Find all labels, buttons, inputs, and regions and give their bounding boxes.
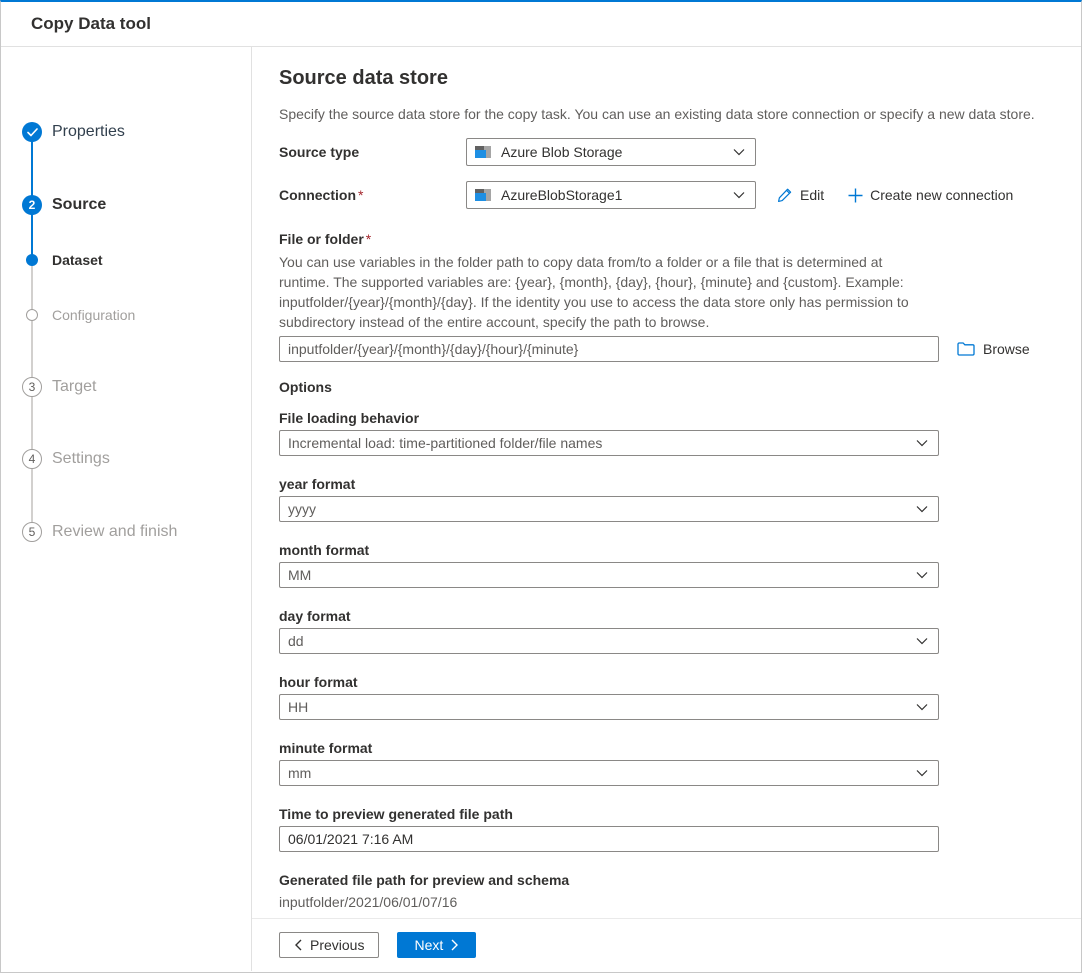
chevron-right-icon xyxy=(451,939,459,951)
options-heading: Options xyxy=(279,379,1081,395)
month-format-dropdown[interactable]: MM xyxy=(279,562,939,588)
step-review-label: Review and finish xyxy=(52,523,177,541)
chevron-down-icon xyxy=(733,191,745,199)
step-target-label: Target xyxy=(52,378,96,396)
source-type-dropdown[interactable]: Azure Blob Storage xyxy=(466,138,756,166)
current-substep-dot-icon xyxy=(26,254,38,266)
connection-row: Connection* AzureBlobStorage1 Edit xyxy=(279,181,1081,209)
copy-data-tool-window: Copy Data tool Properties 2 Source xyxy=(0,0,1082,973)
step-number-badge: 2 xyxy=(22,195,42,215)
pencil-icon xyxy=(776,187,793,204)
pending-substep-circle-icon xyxy=(26,309,38,321)
month-format-label: month format xyxy=(279,542,1081,558)
minute-format-group: minute format mm xyxy=(279,740,1081,786)
time-preview-label: Time to preview generated file path xyxy=(279,806,1081,822)
file-or-folder-description: You can use variables in the folder path… xyxy=(279,252,919,332)
chevron-down-icon xyxy=(916,439,928,447)
step-number-badge: 4 xyxy=(22,449,42,469)
step-configuration[interactable]: Configuration xyxy=(22,305,135,325)
step-target[interactable]: 3 Target xyxy=(22,377,96,397)
day-format-group: day format dd xyxy=(279,608,1081,654)
file-loading-behavior-value: Incremental load: time-partitioned folde… xyxy=(288,435,602,451)
source-type-value: Azure Blob Storage xyxy=(501,144,622,160)
connection-label: Connection* xyxy=(279,187,466,203)
browse-label: Browse xyxy=(983,341,1030,357)
hour-format-dropdown[interactable]: HH xyxy=(279,694,939,720)
edit-connection-button[interactable]: Edit xyxy=(776,187,824,204)
connection-dropdown[interactable]: AzureBlobStorage1 xyxy=(466,181,756,209)
month-format-value: MM xyxy=(288,567,311,583)
file-loading-behavior-dropdown[interactable]: Incremental load: time-partitioned folde… xyxy=(279,430,939,456)
chevron-down-icon xyxy=(916,769,928,777)
step-settings-label: Settings xyxy=(52,450,110,468)
generated-path-label: Generated file path for preview and sche… xyxy=(279,872,1081,888)
chevron-down-icon xyxy=(916,703,928,711)
edit-label: Edit xyxy=(800,187,824,203)
create-new-connection-label: Create new connection xyxy=(870,187,1013,203)
page-title: Copy Data tool xyxy=(31,14,151,34)
step-properties-marker xyxy=(22,122,42,142)
step-dataset[interactable]: Dataset xyxy=(22,250,103,270)
time-preview-group: Time to preview generated file path xyxy=(279,806,1081,852)
previous-button[interactable]: Previous xyxy=(279,932,379,958)
generated-path-group: Generated file path for preview and sche… xyxy=(279,872,1081,910)
chevron-down-icon xyxy=(916,505,928,513)
month-format-group: month format MM xyxy=(279,542,1081,588)
year-format-value: yyyy xyxy=(288,501,316,517)
required-mark: * xyxy=(358,187,363,203)
hour-format-group: hour format HH xyxy=(279,674,1081,720)
step-properties[interactable]: Properties xyxy=(22,122,125,142)
file-or-folder-input[interactable] xyxy=(279,336,939,362)
step-review-and-finish[interactable]: 5 Review and finish xyxy=(22,522,177,542)
chevron-down-icon xyxy=(916,571,928,579)
day-format-label: day format xyxy=(279,608,1081,624)
minute-format-label: minute format xyxy=(279,740,1081,756)
file-or-folder-label: File or folder* xyxy=(279,231,1081,247)
source-type-label: Source type xyxy=(279,144,466,160)
generated-path-value: inputfolder/2021/06/01/07/16 xyxy=(279,894,1081,910)
chevron-down-icon xyxy=(733,148,745,156)
previous-label: Previous xyxy=(310,937,364,953)
wizard-footer: Previous Next xyxy=(252,918,1081,971)
step-source-label: Source xyxy=(52,196,106,214)
check-icon xyxy=(22,122,42,142)
year-format-dropdown[interactable]: yyyy xyxy=(279,496,939,522)
step-properties-label: Properties xyxy=(52,123,125,141)
file-loading-behavior-group: File loading behavior Incremental load: … xyxy=(279,410,1081,456)
step-dataset-label: Dataset xyxy=(52,252,103,268)
year-format-label: year format xyxy=(279,476,1081,492)
hour-format-value: HH xyxy=(288,699,308,715)
step-number-badge: 3 xyxy=(22,377,42,397)
required-mark: * xyxy=(366,231,371,247)
azure-blob-storage-icon xyxy=(475,189,491,201)
plus-icon xyxy=(848,188,863,203)
create-new-connection-button[interactable]: Create new connection xyxy=(848,187,1013,203)
wizard-stepper: Properties 2 Source Dataset Configuratio… xyxy=(1,47,252,971)
source-data-store-panel: Source data store Specify the source dat… xyxy=(252,47,1081,918)
source-type-row: Source type Azure Blob Storage xyxy=(279,138,1081,166)
step-source[interactable]: 2 Source xyxy=(22,195,106,215)
section-description: Specify the source data store for the co… xyxy=(279,106,1081,122)
time-preview-input[interactable] xyxy=(279,826,939,852)
minute-format-value: mm xyxy=(288,765,311,781)
step-number-badge: 5 xyxy=(22,522,42,542)
minute-format-dropdown[interactable]: mm xyxy=(279,760,939,786)
next-button[interactable]: Next xyxy=(397,932,476,958)
browse-button[interactable]: Browse xyxy=(957,341,1030,357)
day-format-dropdown[interactable]: dd xyxy=(279,628,939,654)
file-loading-behavior-label: File loading behavior xyxy=(279,410,1081,426)
year-format-group: year format yyyy xyxy=(279,476,1081,522)
folder-icon xyxy=(957,342,975,356)
step-settings[interactable]: 4 Settings xyxy=(22,449,110,469)
connection-value: AzureBlobStorage1 xyxy=(501,187,622,203)
day-format-value: dd xyxy=(288,633,304,649)
section-title: Source data store xyxy=(279,67,1081,90)
azure-blob-storage-icon xyxy=(475,146,491,158)
step-configuration-label: Configuration xyxy=(52,307,135,323)
titlebar: Copy Data tool xyxy=(1,2,1081,47)
hour-format-label: hour format xyxy=(279,674,1081,690)
chevron-down-icon xyxy=(916,637,928,645)
next-label: Next xyxy=(414,937,443,953)
chevron-left-icon xyxy=(294,939,302,951)
